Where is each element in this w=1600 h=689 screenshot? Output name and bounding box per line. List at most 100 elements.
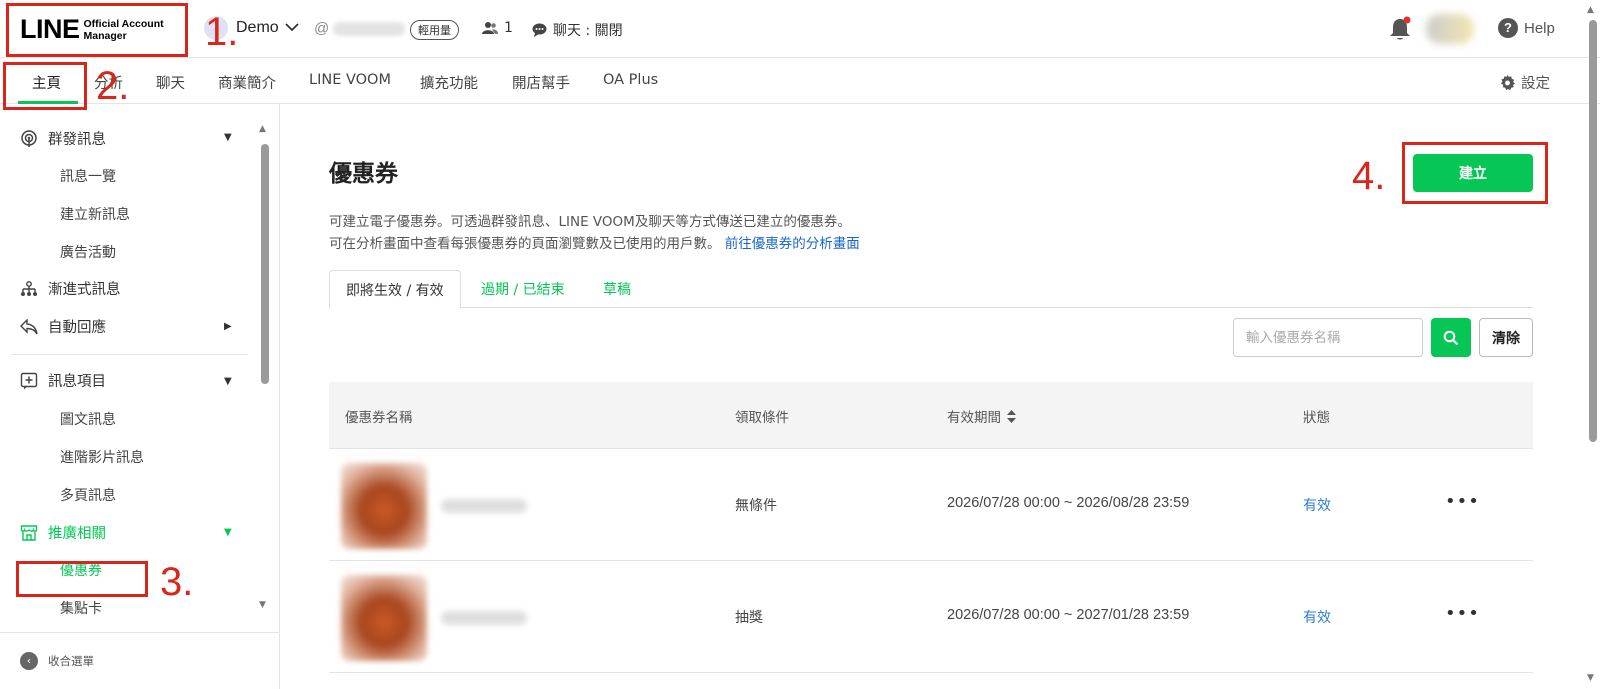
sidebar-group-step-messages[interactable]: 漸進式訊息 — [20, 278, 121, 299]
annotation-box-3 — [16, 561, 148, 597]
sidebar-group-promotion[interactable]: 推廣相關 — [20, 522, 106, 543]
main-content: 優惠券 可建立電子優惠券。可透過群發訊息、LINE VOOM及聊天等方式傳送已建… — [281, 104, 1586, 689]
sidebar-group-message-items[interactable]: 訊息項目 — [20, 370, 106, 391]
help-icon: ? — [1498, 18, 1518, 38]
coupon-name-blurred[interactable] — [441, 499, 527, 513]
reply-icon — [20, 318, 38, 334]
nav-shop-helper[interactable]: 開店幫手 — [512, 72, 570, 93]
nav-line-voom[interactable]: LINE VOOM — [309, 72, 391, 88]
settings-link[interactable]: 設定 — [1500, 72, 1550, 93]
hierarchy-icon — [21, 280, 37, 296]
column-header-condition: 領取條件 — [735, 406, 789, 426]
annotation-number-4: 4. — [1352, 154, 1386, 198]
chat-status[interactable]: 聊天 : 關閉 — [532, 20, 623, 40]
table-header: 優惠券名稱 領取條件 有效期間 狀態 — [329, 382, 1533, 449]
account-id-prefix: @ — [314, 20, 330, 37]
annotation-number-2: 2. — [96, 64, 130, 108]
coupon-search-input[interactable] — [1233, 318, 1423, 357]
description-line1: 可建立電子優惠券。可透過群發訊息、LINE VOOM及聊天等方式傳送已建立的優惠… — [329, 214, 851, 230]
sidebar-scrollbar[interactable] — [261, 144, 269, 384]
friends-count: 1 — [482, 20, 513, 36]
broadcast-icon — [21, 129, 37, 147]
sidebar-item-rich-message[interactable]: 圖文訊息 — [60, 409, 116, 429]
collapse-menu-button[interactable]: ‹ 收合選單 — [0, 632, 280, 689]
sidebar-group-promotion-label: 推廣相關 — [48, 526, 106, 542]
analytics-link[interactable]: 前往優惠券的分析畫面 — [725, 236, 860, 252]
annotation-number-1: 1. — [205, 10, 239, 54]
coupon-period: 2026/07/28 00:00 ~ 2026/08/28 23:59 — [947, 495, 1190, 511]
column-header-period[interactable]: 有效期間 — [947, 406, 1016, 426]
page-scroll-down-icon[interactable]: ▼ — [1587, 673, 1594, 683]
sidebar-item-message-list[interactable]: 訊息一覽 — [60, 166, 116, 186]
nav-chat[interactable]: 聊天 — [156, 72, 185, 93]
coupon-period: 2026/07/28 00:00 ~ 2027/01/28 23:59 — [947, 607, 1190, 623]
caret-down-icon[interactable]: ▼ — [224, 527, 232, 538]
sidebar-divider — [12, 354, 248, 355]
column-header-status: 狀態 — [1303, 406, 1330, 426]
sidebar-group-auto-reply[interactable]: 自動回應 — [20, 316, 106, 337]
chevron-down-icon — [285, 21, 299, 35]
tab-expired-coupons[interactable]: 過期 / 已結束 — [465, 270, 581, 308]
plan-badge: 輕用量 — [410, 20, 459, 40]
coupon-name-blurred[interactable] — [441, 611, 527, 625]
help-label: Help — [1524, 19, 1555, 37]
coupon-condition: 無條件 — [735, 498, 777, 514]
gear-icon — [1500, 75, 1515, 90]
coupon-thumbnail — [341, 463, 427, 549]
coupon-condition: 抽獎 — [735, 610, 763, 626]
sidebar-item-card-message[interactable]: 多頁訊息 — [60, 485, 116, 505]
friends-count-value: 1 — [504, 20, 513, 36]
nav-extensions[interactable]: 擴充功能 — [420, 72, 478, 93]
clear-button[interactable]: 清除 — [1479, 318, 1533, 357]
page-title: 優惠券 — [329, 161, 398, 187]
caret-down-icon[interactable]: ▼ — [224, 132, 232, 143]
help-link[interactable]: ? Help — [1498, 18, 1555, 38]
sidebar-item-reward-cards[interactable]: 集點卡 — [60, 598, 102, 618]
settings-label: 設定 — [1521, 76, 1550, 92]
page-scrollbar[interactable] — [1589, 20, 1597, 442]
description-line2-text: 可在分析畫面中查看每張優惠券的頁面瀏覽數及已使用的用戶數。 — [329, 236, 721, 252]
annotation-number-3: 3. — [160, 560, 194, 604]
sidebar-item-new-message[interactable]: 建立新訊息 — [60, 204, 130, 224]
table-row[interactable]: 無條件 2026/07/28 00:00 ~ 2026/08/28 23:59 … — [329, 449, 1533, 561]
annotation-box-1 — [6, 3, 188, 57]
tab-active-coupons[interactable]: 即將生效 / 有效 — [329, 270, 461, 309]
coupon-table: 優惠券名稱 領取條件 有效期間 狀態 無條件 2026/07/28 00:00 … — [329, 382, 1533, 673]
table-row[interactable]: 抽獎 2026/07/28 00:00 ~ 2027/01/28 23:59 有… — [329, 561, 1533, 673]
user-avatar-blurred[interactable] — [1426, 14, 1474, 44]
account-name: Demo — [236, 19, 279, 36]
search-icon — [1443, 330, 1459, 345]
add-box-icon — [20, 372, 38, 389]
sidebar-group-auto-reply-label: 自動回應 — [48, 320, 106, 336]
tab-drafts[interactable]: 草稿 — [587, 270, 647, 308]
notification-bell-icon[interactable] — [1388, 16, 1412, 42]
chat-status-label: 聊天 : 關閉 — [553, 23, 623, 39]
collapse-menu-label: 收合選單 — [48, 654, 94, 668]
search-button[interactable] — [1431, 318, 1471, 357]
chat-bubble-icon — [532, 23, 547, 37]
coupon-status: 有效 — [1303, 610, 1331, 626]
page-scroll-up-icon[interactable]: ▲ — [1587, 5, 1594, 15]
caret-down-icon[interactable]: ▼ — [224, 376, 232, 387]
more-options-icon[interactable]: ••• — [1445, 491, 1480, 512]
caret-right-icon[interactable]: ▶ — [224, 321, 232, 332]
sidebar-group-step-messages-label: 漸進式訊息 — [48, 282, 121, 298]
sidebar-group-broadcast[interactable]: 群發訊息 — [20, 128, 106, 149]
description-line2: 可在分析畫面中查看每張優惠券的頁面瀏覽數及已使用的用戶數。 前往優惠券的分析畫面 — [329, 232, 860, 252]
column-header-name-text: 優惠券名稱 — [345, 410, 413, 426]
main-nav: 主頁 分析 聊天 商業簡介 LINE VOOM 擴充功能 開店幫手 OA Plu… — [0, 58, 1600, 104]
chevron-left-icon: ‹ — [20, 652, 38, 670]
coupon-status: 有效 — [1303, 498, 1331, 514]
more-options-icon[interactable]: ••• — [1445, 603, 1480, 624]
friends-icon — [482, 22, 498, 34]
sidebar-group-message-items-label: 訊息項目 — [48, 374, 106, 390]
nav-oa-plus[interactable]: OA Plus — [603, 72, 658, 88]
annotation-box-4 — [1402, 142, 1548, 204]
scroll-down-arrow-icon[interactable]: ▼ — [259, 600, 266, 610]
sidebar-item-campaigns[interactable]: 廣告活動 — [60, 242, 116, 262]
top-bar: LINE Official Account Manager Demo @ 輕用量… — [0, 0, 1600, 58]
account-id-blurred — [333, 21, 406, 36]
sidebar-item-rich-video[interactable]: 進階影片訊息 — [60, 447, 144, 467]
nav-business-profile[interactable]: 商業簡介 — [218, 72, 276, 93]
scroll-up-arrow-icon[interactable]: ▲ — [259, 124, 266, 134]
